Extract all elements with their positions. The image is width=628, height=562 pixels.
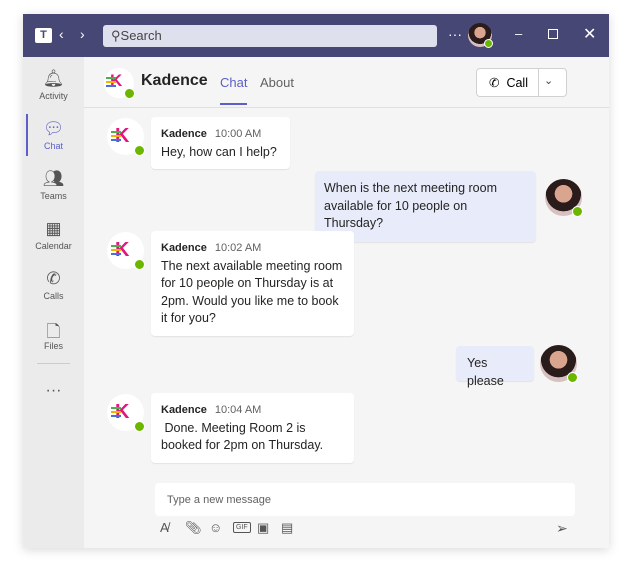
attach-icon[interactable]: 📎︎ bbox=[185, 520, 202, 536]
message-bubble: Kadence 10:04 AM Done. Meeting Room 2 is … bbox=[151, 393, 354, 463]
online-status-icon bbox=[484, 39, 493, 48]
message-time: 10:00 AM bbox=[214, 128, 262, 140]
tab-about[interactable]: About bbox=[260, 75, 294, 90]
user-avatar[interactable] bbox=[468, 23, 493, 48]
sidebar-label: Chat bbox=[43, 141, 63, 151]
sender-name: Kadence bbox=[161, 128, 207, 140]
sidebar-label: Calls bbox=[43, 291, 64, 301]
teams-logo-icon: T bbox=[35, 28, 52, 43]
sender-name: Kadence bbox=[161, 242, 207, 254]
sidebar-item-chat[interactable]: 💬︎ Chat bbox=[23, 119, 84, 151]
chat-icon: 💬︎ bbox=[42, 119, 65, 138]
gif-icon[interactable]: GIF bbox=[233, 522, 251, 533]
sidebar-item-activity[interactable]: 🔔︎ Activity bbox=[23, 69, 84, 101]
sidebar-item-files[interactable]: 🗋︎ Files bbox=[23, 319, 84, 351]
kadence-avatar: K bbox=[107, 232, 145, 270]
message-bubble: Kadence 10:02 AM The next available meetin… bbox=[151, 231, 354, 336]
search-input[interactable]: ⚲Search bbox=[103, 25, 437, 47]
more-apps-icon[interactable]: ··· bbox=[23, 382, 84, 400]
forward-icon[interactable]: › bbox=[80, 26, 85, 42]
call-button-group: ✆ Call ⌄ bbox=[476, 68, 567, 97]
message-bubble: Kadence 10:00 AM Hey, how can I help? bbox=[151, 117, 290, 169]
user-avatar bbox=[540, 345, 578, 383]
format-icon[interactable]: A̸ bbox=[160, 520, 169, 535]
sidebar-label: Teams bbox=[40, 191, 67, 201]
message-placeholder: Type a new message bbox=[167, 494, 271, 506]
file-icon: 🗋︎ bbox=[46, 322, 61, 341]
schedule-meeting-icon[interactable]: ▤ bbox=[281, 520, 293, 536]
app-sidebar: 🔔︎ Activity 💬︎ Chat 👥︎ Teams ▦ Calendar ✆ Cal… bbox=[23, 57, 84, 548]
message-time: 10:04 AM bbox=[214, 404, 262, 416]
sticker-icon[interactable]: ▣ bbox=[257, 520, 269, 536]
tab-chat[interactable]: Chat bbox=[220, 75, 248, 105]
chevron-down-icon[interactable]: ⌄ bbox=[544, 74, 553, 87]
more-icon[interactable]: ··· bbox=[448, 26, 462, 42]
message-bubble-self: Yes please bbox=[456, 346, 534, 388]
message-text: Yes please bbox=[467, 356, 504, 388]
message-input[interactable]: Type a new message bbox=[155, 483, 575, 516]
divider bbox=[37, 363, 70, 364]
kadence-avatar: K bbox=[107, 394, 145, 432]
minimize-icon[interactable]: – bbox=[515, 26, 522, 41]
title-bar: T ‹ › ⚲Search ··· – ✕ bbox=[23, 14, 609, 57]
kadence-avatar: K bbox=[104, 68, 135, 99]
chat-header: K Kadence Chat About ✆ Call ⌄ bbox=[84, 57, 609, 108]
message-text: Hey, how can I help? bbox=[161, 144, 277, 159]
sender-name: Kadence bbox=[161, 404, 207, 416]
call-button[interactable]: ✆ Call bbox=[477, 69, 539, 96]
sidebar-label: Calendar bbox=[35, 241, 72, 251]
contact-name: Kadence bbox=[141, 72, 208, 89]
close-icon[interactable]: ✕ bbox=[583, 24, 596, 44]
kadence-avatar: K bbox=[107, 118, 145, 156]
search-placeholder: Search bbox=[120, 28, 162, 43]
sidebar-item-calendar[interactable]: ▦ Calendar bbox=[23, 219, 84, 251]
message-text: The next available meeting room for 10 p… bbox=[161, 258, 343, 326]
sidebar-label: Activity bbox=[39, 91, 68, 101]
send-icon[interactable]: ➢ bbox=[556, 520, 568, 537]
sidebar-item-teams[interactable]: 👥︎ Teams bbox=[23, 169, 84, 201]
calendar-icon: ▦ bbox=[45, 219, 62, 238]
teams-window: T ‹ › ⚲Search ··· – ✕ 🔔︎ Activity 💬︎ Chat … bbox=[23, 14, 609, 548]
message-text: Done. Meeting Room 2 is booked for 2pm o… bbox=[161, 420, 324, 453]
message-text: When is the next meeting room available … bbox=[324, 181, 497, 230]
user-avatar bbox=[545, 179, 583, 217]
bell-icon: 🔔︎ bbox=[42, 69, 65, 88]
sidebar-item-calls[interactable]: ✆ Calls bbox=[23, 269, 84, 301]
phone-icon: ✆ bbox=[489, 76, 500, 90]
sidebar-label: Files bbox=[43, 341, 63, 351]
maximize-icon[interactable] bbox=[548, 29, 558, 39]
back-icon[interactable]: ‹ bbox=[59, 26, 64, 42]
teams-icon: 👥︎ bbox=[42, 169, 65, 188]
phone-icon: ✆ bbox=[46, 269, 61, 288]
emoji-icon[interactable]: ☺ bbox=[209, 520, 222, 535]
message-time: 10:02 AM bbox=[214, 242, 262, 254]
call-label: Call bbox=[506, 76, 528, 90]
